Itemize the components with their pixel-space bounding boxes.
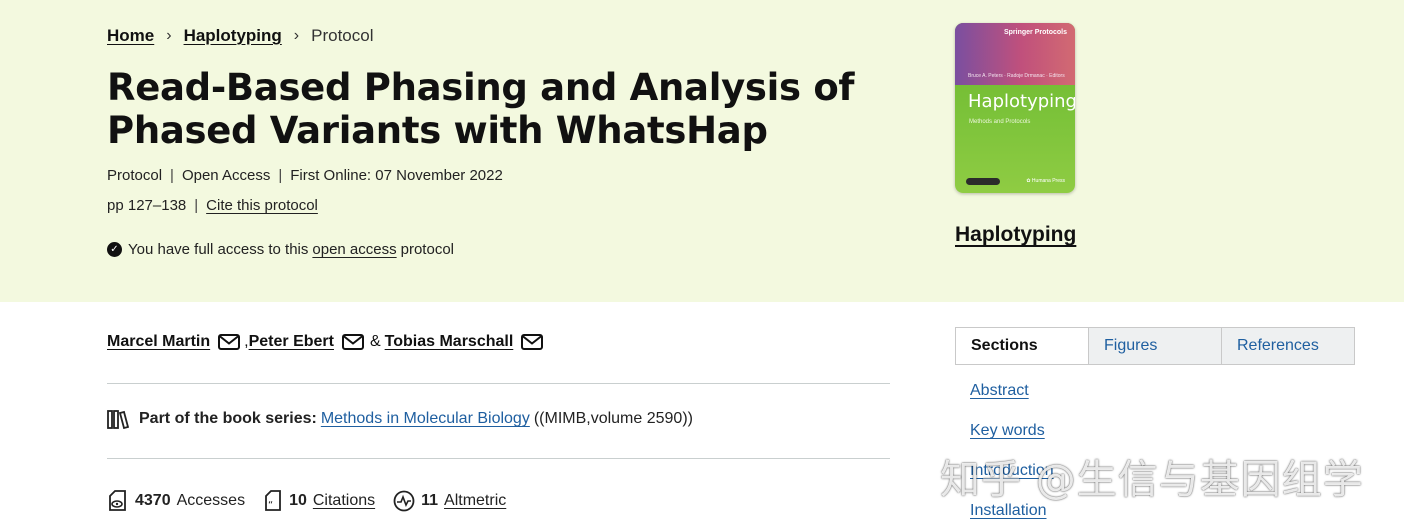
tab-references[interactable]: References <box>1221 328 1354 364</box>
breadcrumb-current: Protocol <box>311 26 374 45</box>
tab-figures[interactable]: Figures <box>1088 328 1221 364</box>
cover-title: Haplotyping <box>968 91 1075 112</box>
books-icon <box>107 410 129 429</box>
page-range: pp 127–138 <box>107 197 187 214</box>
section-link-keywords[interactable]: Key words <box>970 422 1045 440</box>
breadcrumb: Home › Haplotyping › Protocol <box>107 26 373 46</box>
meta-divider: | <box>194 197 199 214</box>
access-prefix: You have full access to this <box>128 241 309 258</box>
mail-icon[interactable] <box>341 333 364 351</box>
altmetric-link[interactable]: Altmetric <box>444 492 506 510</box>
check-circle-icon: ✓ <box>107 242 122 257</box>
svg-text:“: “ <box>268 500 273 511</box>
article-meta: Protocol | Open Access | First Online: 0… <box>107 167 503 184</box>
author-ampersand: & <box>369 333 381 350</box>
cite-link[interactable]: Cite this protocol <box>206 197 318 214</box>
metric-citations: “ 10 Citations <box>263 490 375 512</box>
breadcrumb-book[interactable]: Haplotyping <box>184 26 282 46</box>
metric-accesses: 4370 Accesses <box>107 490 245 512</box>
meta-divider: | <box>170 167 174 184</box>
book-cover[interactable]: Springer Protocols Bruce A. Peters · Rad… <box>955 23 1075 193</box>
cover-editors: Bruce A. Peters · Radoje Drmanac · Edito… <box>968 73 1065 79</box>
divider <box>107 458 890 459</box>
citations-count: 10 <box>289 492 307 509</box>
accesses-label: Accesses <box>176 492 246 509</box>
series-label: Part of the book series: <box>139 410 317 427</box>
first-online-date: First Online: 07 November 2022 <box>290 167 503 184</box>
series-volume: ((MIMB,volume 2590)) <box>533 410 693 427</box>
author-name[interactable]: Peter Ebert <box>249 333 334 351</box>
metrics-bar: 4370 Accesses “ 10 Citations 11 Altmetri… <box>107 490 524 512</box>
cover-badge <box>966 178 1000 185</box>
altmetric-score: 11 <box>421 492 439 509</box>
citations-link[interactable]: Citations <box>313 492 375 510</box>
book-series: Part of the book series: Methods in Mole… <box>107 409 693 429</box>
author-name[interactable]: Tobias Marschall <box>385 333 514 351</box>
meta-divider: | <box>278 167 283 184</box>
metric-altmetric: 11 Altmetric <box>393 490 506 512</box>
chevron-right-icon: › <box>293 27 300 44</box>
tab-sections[interactable]: Sections <box>956 328 1088 364</box>
access-suffix: protocol <box>400 241 454 258</box>
cover-publisher: ✿ Humana Press <box>1026 178 1065 184</box>
author-list: Marcel Martin , Peter Ebert & Tobias Mar… <box>107 333 547 351</box>
cover-series: Springer Protocols <box>1003 29 1067 36</box>
mail-icon[interactable] <box>521 333 544 351</box>
chevron-right-icon: › <box>166 27 172 44</box>
cover-subtitle: Methods and Protocols <box>969 119 1031 125</box>
download-icon <box>109 490 126 511</box>
sidebar-tabs: Sections Figures References <box>955 327 1355 365</box>
access-type: Open Access <box>181 167 271 184</box>
content-type: Protocol <box>107 167 163 184</box>
altmetric-icon <box>393 490 415 512</box>
article-pages: pp 127–138 | Cite this protocol <box>107 197 318 214</box>
access-notice: ✓ You have full access to this open acce… <box>107 241 454 258</box>
series-link[interactable]: Methods in Molecular Biology <box>321 410 530 428</box>
page-title: Read-Based Phasing and Analysis of Phase… <box>107 66 855 152</box>
watermark: 知乎 @生信与基因组学 <box>940 457 1364 503</box>
breadcrumb-home[interactable]: Home <box>107 26 154 46</box>
section-link-abstract[interactable]: Abstract <box>970 382 1029 400</box>
divider <box>107 383 890 384</box>
book-title-link[interactable]: Haplotyping <box>955 223 1076 247</box>
open-access-link[interactable]: open access <box>312 241 396 258</box>
mail-icon[interactable] <box>218 333 241 351</box>
author-name[interactable]: Marcel Martin <box>107 333 210 351</box>
citation-icon: “ <box>265 490 281 511</box>
accesses-count: 4370 <box>135 492 171 509</box>
